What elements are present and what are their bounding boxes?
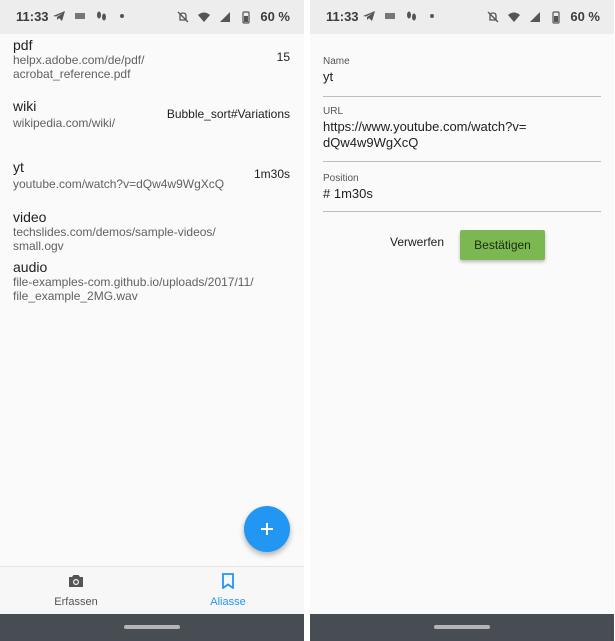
- nav-item-aliases[interactable]: Aliasse: [168, 573, 288, 608]
- dot-icon: [120, 14, 124, 18]
- wifi-icon: [508, 12, 521, 22]
- alias-item-yt[interactable]: yt youtube.com/watch?v=dQw4w9WgXcQ 1m30s: [0, 157, 304, 197]
- alias-name: yt: [13, 159, 24, 175]
- mute-icon: [487, 11, 499, 22]
- alias-url: youtube.com/watch?v=dQw4w9WgXcQ: [13, 177, 225, 191]
- battery-icon: [552, 10, 560, 24]
- mute-icon: [177, 11, 189, 22]
- camera-icon: [69, 575, 83, 587]
- signal-icon: [220, 11, 231, 22]
- telegram-icon: [363, 11, 375, 21]
- url-field[interactable]: URL https://www.youtube.com/watch?v= dQw…: [323, 106, 601, 162]
- position-field[interactable]: Position # 1m30s: [323, 171, 601, 212]
- alias-url: file-examples-com.github.io/uploads/2017…: [13, 275, 254, 303]
- nav-item-capture[interactable]: Erfassen: [16, 573, 136, 608]
- bottom-navigation: Erfassen Aliasse: [0, 566, 304, 615]
- status-time: 11:33: [326, 9, 359, 24]
- status-bar: 11:33 60 %: [0, 0, 304, 34]
- bookmark-icon: [222, 573, 234, 590]
- footprint-icon: [407, 11, 416, 21]
- nav-label-capture: Erfassen: [54, 596, 98, 608]
- alias-item-pdf[interactable]: pdf helpx.adobe.com/de/pdf/ acrobat_refe…: [0, 34, 304, 84]
- home-gesture-handle[interactable]: [434, 625, 490, 629]
- notification-icon: [385, 13, 395, 19]
- alias-item-video[interactable]: video techslides.com/demos/sample-videos…: [0, 207, 304, 253]
- alias-name: pdf: [13, 37, 33, 53]
- name-input[interactable]: yt: [323, 69, 593, 85]
- nav-label-aliases: Aliasse: [210, 596, 246, 608]
- battery-icon: [242, 10, 250, 24]
- alias-url: techslides.com/demos/sample-videos/ smal…: [13, 225, 216, 253]
- name-field[interactable]: Name yt: [323, 54, 601, 97]
- url-input[interactable]: https://www.youtube.com/watch?v= dQw4w9W…: [323, 119, 593, 151]
- status-bar: 11:33 60 %: [310, 0, 614, 34]
- alias-suffix: Bubble_sort#Variations: [166, 107, 290, 121]
- notification-icons: [52, 9, 129, 23]
- telegram-icon: [53, 11, 65, 21]
- position-label: Position: [323, 173, 359, 184]
- alias-name: wiki: [13, 98, 37, 114]
- alias-name: audio: [13, 259, 48, 275]
- footprint-icon: [97, 11, 106, 21]
- add-alias-button[interactable]: [244, 506, 290, 552]
- plus-icon: [261, 523, 273, 535]
- alias-item-audio[interactable]: audio file-examples-com.github.io/upload…: [0, 257, 304, 303]
- system-icons: 60 %: [176, 9, 290, 24]
- url-label: URL: [323, 106, 344, 117]
- alias-name: video: [13, 209, 47, 225]
- signal-icon: [530, 11, 541, 22]
- discard-button[interactable]: Verwerfen: [390, 235, 444, 249]
- alias-item-wiki[interactable]: wiki wikipedia.com/wiki/ Bubble_sort#Var…: [0, 96, 304, 136]
- home-gesture-handle[interactable]: [124, 625, 180, 629]
- alias-suffix: 1m30s: [253, 167, 290, 181]
- notification-icon: [75, 13, 85, 19]
- name-label: Name: [323, 56, 350, 67]
- gesture-bar: [310, 614, 614, 641]
- notification-icons: [362, 9, 439, 23]
- wifi-icon: [198, 12, 211, 22]
- battery-level: 60 %: [260, 9, 290, 24]
- position-input[interactable]: # 1m30s: [323, 186, 593, 202]
- confirm-button[interactable]: Bestätigen: [460, 230, 545, 260]
- alias-list-screen: 11:33 60 % pdf helpx.adobe.com/de/pdf/ a…: [0, 0, 304, 641]
- dot-icon: [430, 14, 434, 18]
- gesture-bar: [0, 614, 304, 641]
- system-icons: 60 %: [486, 9, 600, 24]
- alias-suffix: 15: [276, 50, 290, 64]
- alias-edit-screen: 11:33 60 % Name yt URL https://www.youtu…: [310, 0, 614, 641]
- battery-level: 60 %: [570, 9, 600, 24]
- status-time: 11:33: [16, 9, 49, 24]
- alias-url: helpx.adobe.com/de/pdf/ acrobat_referenc…: [13, 53, 145, 81]
